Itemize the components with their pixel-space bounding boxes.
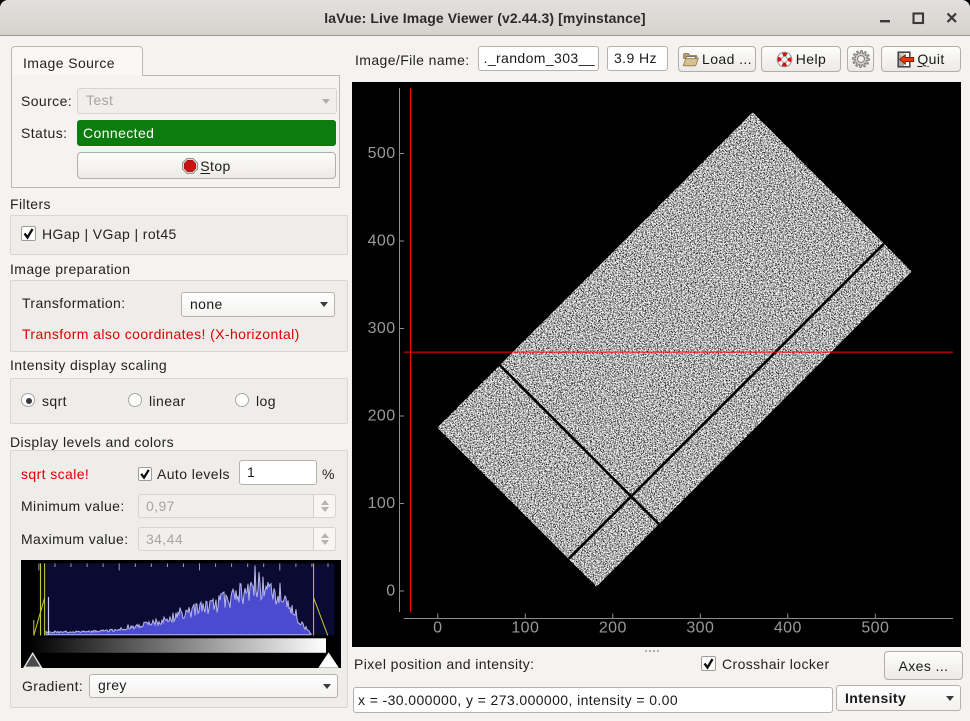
svg-text:200: 200 [368, 408, 396, 425]
svg-text:100: 100 [511, 620, 539, 637]
svg-text:0: 0 [386, 583, 395, 600]
svg-text:100: 100 [368, 495, 396, 512]
svg-text:400: 400 [774, 620, 802, 637]
svg-text:500: 500 [368, 145, 396, 162]
svg-text:500: 500 [861, 620, 889, 637]
svg-text:400: 400 [368, 233, 396, 250]
svg-text:200: 200 [599, 620, 627, 637]
svg-text:300: 300 [368, 320, 396, 337]
svg-text:0: 0 [433, 620, 442, 637]
svg-text:300: 300 [686, 620, 714, 637]
